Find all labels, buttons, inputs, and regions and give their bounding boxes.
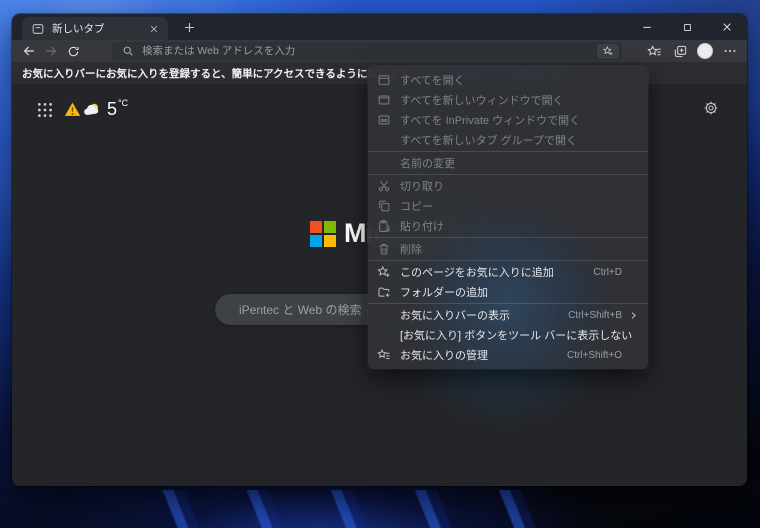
tab-title: 新しいタブ [52, 23, 105, 35]
tab-close-icon[interactable] [146, 21, 162, 37]
favorites-notice-text: お気に入りバーにお気に入りを登録すると、簡単にアクセスできるようになります。 [22, 67, 419, 80]
new-tab-button[interactable] [176, 18, 202, 37]
menu-item-label: お気に入りの管理 [400, 350, 488, 362]
browser-toolbar [12, 40, 747, 62]
close-window-button[interactable] [707, 14, 747, 40]
tab-favicon-icon [31, 22, 45, 36]
favorites-context-menu: すべてを開くすべてを新しいウィンドウで開くすべてを InPrivate ウィンド… [368, 66, 648, 369]
menu-item-label: 貼り付け [400, 221, 444, 233]
menu-item-label: 削除 [400, 244, 422, 256]
menu-item-hide-favorites-button[interactable]: [お気に入り] ボタンをツール バーに表示しない [368, 325, 648, 345]
menu-item-label: お気に入りバーの表示 [400, 310, 510, 322]
menu-separator [368, 174, 648, 175]
ms-logo-blue [310, 234, 322, 247]
menu-item-label: このページをお気に入りに追加 [400, 267, 554, 279]
menu-item-open-all-tab-group: すべてを新しいタブ グループで開く [368, 130, 648, 150]
folder-add-icon [368, 285, 400, 299]
menu-separator [368, 151, 648, 152]
star-add-icon [368, 265, 400, 279]
menu-item-delete: 削除 [368, 239, 648, 259]
tab-strip: 新しいタブ [12, 14, 747, 40]
ms-logo-yellow [324, 234, 336, 247]
desktop-wallpaper: 新しいタブ 検索または Web アドレスを入力 お気に入りバーにお気に入りを登録… [0, 0, 760, 528]
menu-item-label: [お気に入り] ボタンをツール バーに表示しない [400, 330, 633, 342]
menu-separator [368, 260, 648, 261]
star-manage-icon [368, 348, 400, 362]
address-input[interactable] [142, 45, 597, 57]
profile-avatar[interactable] [697, 43, 713, 59]
window-controls [627, 14, 747, 40]
ms-logo-green [324, 220, 336, 233]
cut-icon [368, 179, 400, 193]
back-button[interactable] [18, 42, 40, 60]
toolbar-right-icons [645, 40, 739, 62]
settings-more-icon[interactable] [721, 42, 739, 60]
menu-item-rename: 名前の変更 [368, 153, 648, 173]
trash-icon [368, 242, 400, 256]
menu-item-paste: 貼り付け [368, 216, 648, 236]
tab-icon [368, 73, 400, 87]
ms-logo-red [310, 220, 322, 233]
tab-new-tab[interactable]: 新しいタブ [22, 17, 168, 40]
search-icon [122, 45, 134, 57]
minimize-button[interactable] [627, 14, 667, 40]
menu-item-shortcut: Ctrl+Shift+B [568, 309, 622, 321]
menu-item-open-all: すべてを開く [368, 70, 648, 90]
menu-item-label: 名前の変更 [400, 158, 455, 170]
edge-browser-window: 新しいタブ 検索または Web アドレスを入力 お気に入りバーにお気に入りを登録… [12, 14, 747, 486]
partly-cloudy-icon [83, 101, 100, 118]
forward-button[interactable] [40, 42, 62, 60]
menu-item-cut: 切り取り [368, 176, 648, 196]
menu-item-add-folder[interactable]: フォルダーの追加 [368, 282, 648, 302]
menu-item-label: コピー [400, 201, 433, 213]
paste-icon [368, 219, 400, 233]
weather-warning-icon [64, 101, 81, 118]
menu-separator [368, 303, 648, 304]
menu-item-label: すべてを InPrivate ウィンドウで開く [400, 115, 581, 127]
address-bar[interactable] [112, 42, 622, 60]
inprivate-icon [368, 113, 400, 127]
menu-item-label: すべてを新しいタブ グループで開く [400, 135, 577, 147]
add-favorite-star-icon[interactable] [597, 43, 619, 59]
collections-icon[interactable] [671, 42, 689, 60]
menu-item-shortcut: Ctrl+D [593, 266, 622, 278]
weather-widget[interactable]: 5°C [64, 98, 128, 120]
menu-item-open-all-new-window: すべてを新しいウィンドウで開く [368, 90, 648, 110]
microsoft-logo-icon [310, 220, 336, 247]
menu-item-add-page-to-favorites[interactable]: このページをお気に入りに追加 Ctrl+D [368, 262, 648, 282]
menu-item-shortcut: Ctrl+Shift+O [566, 349, 622, 361]
maximize-button[interactable] [667, 14, 707, 40]
window-icon [368, 93, 400, 107]
menu-item-manage-favorites[interactable]: お気に入りの管理 Ctrl+Shift+O [368, 345, 648, 365]
page-settings-gear-icon[interactable] [703, 100, 719, 116]
menu-item-label: すべてを新しいウィンドウで開く [400, 95, 564, 107]
menu-item-label: すべてを開く [400, 75, 465, 87]
app-launcher-icon[interactable] [36, 101, 54, 119]
menu-item-open-all-inprivate: すべてを InPrivate ウィンドウで開く [368, 110, 648, 130]
submenu-chevron-icon [622, 311, 638, 320]
favorites-hub-icon[interactable] [645, 42, 663, 60]
menu-item-show-favorites-bar[interactable]: お気に入りバーの表示 Ctrl+Shift+B [368, 305, 648, 325]
temperature-value: 5°C [107, 98, 129, 119]
copy-icon [368, 199, 400, 213]
menu-item-copy: コピー [368, 196, 648, 216]
menu-item-label: 切り取り [400, 181, 444, 193]
temperature-unit: °C [118, 98, 129, 108]
menu-separator [368, 237, 648, 238]
menu-item-label: フォルダーの追加 [400, 287, 488, 299]
refresh-button[interactable] [62, 42, 84, 60]
